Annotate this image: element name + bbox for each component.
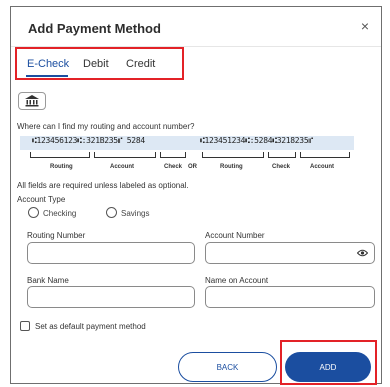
eye-icon[interactable] — [357, 249, 368, 257]
payment-type-tabs: E-Check Debit Credit — [15, 47, 184, 80]
name-on-account-label: Name on Account — [205, 276, 269, 285]
bracket-account-left — [94, 152, 156, 158]
default-payment-checkbox[interactable] — [20, 321, 30, 331]
bracket-routing-left — [30, 152, 90, 158]
bracket-check-left — [160, 152, 186, 158]
add-button[interactable]: ADD — [285, 352, 371, 382]
bank-icon-button[interactable] — [18, 92, 46, 110]
tab-debit[interactable]: Debit — [83, 58, 109, 70]
label-account-left: Account — [110, 164, 134, 170]
label-check-left: Check — [164, 164, 183, 170]
back-button[interactable]: BACK — [178, 352, 277, 382]
micr-line-right: ⑆123451234⑆:5284⑆3218235⑈ — [200, 136, 313, 145]
label-account-right: Account — [310, 164, 334, 170]
dialog-header: Add Payment Method × — [11, 7, 381, 47]
default-payment-label: Set as default payment method — [35, 322, 146, 331]
routing-help-text: Where can I find my routing and account … — [17, 122, 195, 131]
account-number-label: Account Number — [205, 231, 265, 240]
close-icon[interactable]: × — [361, 19, 369, 33]
bank-icon — [25, 95, 39, 107]
tab-echeck[interactable]: E-Check — [27, 58, 69, 70]
bank-name-label: Bank Name — [27, 276, 69, 285]
routing-number-input[interactable] — [27, 242, 195, 264]
micr-line-left: ⑆123456123⑆:321B235⑈ 5284 — [32, 136, 145, 145]
label-check-right: Check — [272, 164, 291, 170]
bracket-check-right — [268, 152, 296, 158]
required-note: All fields are required unless labeled a… — [17, 181, 189, 190]
bracket-routing-right — [202, 152, 264, 158]
label-routing-right: Routing — [220, 164, 243, 170]
dialog-title: Add Payment Method — [28, 21, 161, 36]
account-type-label: Account Type — [17, 195, 66, 204]
active-tab-indicator — [26, 75, 68, 77]
check-micr-illustration: ⑆123456123⑆:321B235⑈ 5284 ⑆123451234⑆:52… — [20, 132, 354, 174]
label-or: OR — [188, 164, 197, 170]
radio-savings-label: Savings — [121, 209, 150, 218]
account-number-input[interactable] — [205, 242, 375, 264]
label-routing-left: Routing — [50, 164, 73, 170]
routing-number-label: Routing Number — [27, 231, 86, 240]
bank-name-input[interactable] — [27, 286, 195, 308]
radio-checking-label: Checking — [43, 209, 77, 218]
radio-savings[interactable] — [106, 207, 117, 218]
radio-checking[interactable] — [28, 207, 39, 218]
tab-credit[interactable]: Credit — [126, 58, 155, 70]
bracket-account-right — [300, 152, 350, 158]
name-on-account-input[interactable] — [205, 286, 375, 308]
